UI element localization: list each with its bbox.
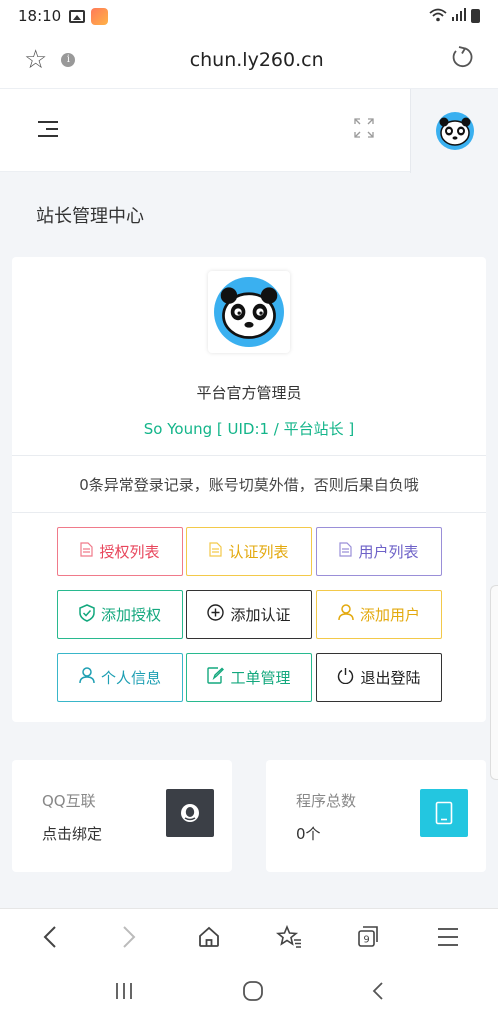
divider: [12, 455, 486, 456]
app-notification-icon: [91, 7, 109, 25]
ticket-mgmt-label: 工单管理: [230, 669, 291, 687]
add-user-label: 添加用户: [359, 606, 420, 624]
add-user-button[interactable]: 添加用户: [316, 590, 442, 639]
ticket-mgmt-button[interactable]: 工单管理: [186, 653, 312, 702]
home-circle-icon[interactable]: [242, 980, 264, 1008]
document-icon: [339, 542, 353, 561]
tabs-icon[interactable]: 9: [348, 917, 388, 957]
gallery-icon: [69, 9, 86, 23]
power-icon: [337, 667, 354, 688]
qq-connect-value[interactable]: 点击绑定: [42, 823, 102, 844]
status-bar: 18:10: [0, 0, 498, 32]
site-info-icon[interactable]: i: [61, 53, 76, 67]
system-back-icon[interactable]: [371, 981, 385, 1007]
shield-check-icon: [79, 603, 95, 626]
add-cert-label: 添加认证: [230, 606, 291, 624]
recent-apps-icon[interactable]: [113, 981, 135, 1007]
program-count-title: 程序总数: [296, 792, 357, 810]
cert-list-label: 认证列表: [228, 543, 289, 561]
forward-arrow-icon[interactable]: [109, 917, 149, 957]
cert-list-button[interactable]: 认证列表: [186, 527, 312, 576]
profile-role: 平台官方管理员: [196, 384, 302, 402]
program-count-value: 0个: [296, 825, 321, 843]
profile-uid: So Young [ UID:1 / 平台站长 ]: [143, 420, 355, 438]
back-arrow-icon[interactable]: [30, 917, 70, 957]
url-text[interactable]: chun.ly260.cn: [75, 49, 438, 71]
qq-connect-card[interactable]: QQ互联 点击绑定: [12, 760, 232, 872]
signal-icon: [451, 7, 467, 25]
app-header: [0, 88, 498, 173]
wifi-icon: [429, 8, 447, 25]
plus-circle-icon: [207, 604, 225, 625]
status-right-icons: [429, 7, 480, 25]
header-avatar[interactable]: [435, 112, 474, 150]
personal-info-button[interactable]: 个人信息: [57, 653, 183, 702]
menu-icon[interactable]: [428, 917, 468, 957]
battery-icon: [471, 9, 480, 23]
profile-avatar: [214, 277, 284, 347]
auth-list-label: 授权列表: [99, 543, 160, 561]
logout-label: 退出登陆: [360, 669, 421, 687]
svg-text:9: 9: [364, 934, 370, 945]
status-time: 18:10: [18, 7, 62, 25]
profile-avatar-frame: [208, 271, 290, 353]
add-auth-button[interactable]: 添加授权: [57, 590, 183, 639]
personal-info-label: 个人信息: [100, 669, 161, 687]
qq-connect-title: QQ互联: [42, 792, 96, 810]
add-auth-label: 添加授权: [100, 606, 161, 624]
login-notice: 0条异常登录记录，账号切莫外借，否则后果自负哦: [79, 476, 419, 494]
profile-card: 平台官方管理员 So Young [ UID:1 / 平台站长 ] 0条异常登录…: [12, 257, 486, 722]
tablet-icon: [420, 789, 468, 837]
logout-button[interactable]: 退出登陆: [316, 653, 442, 702]
fullscreen-icon[interactable]: [352, 116, 378, 142]
edit-document-icon: [207, 667, 225, 688]
browser-url-bar: ☆ i chun.ly260.cn: [0, 32, 498, 88]
bookmarks-icon[interactable]: [269, 917, 309, 957]
reload-icon[interactable]: [450, 45, 474, 76]
document-icon: [209, 542, 223, 561]
header-avatar-cell[interactable]: [410, 89, 498, 173]
divider: [12, 512, 486, 513]
program-count-card: 程序总数 0个: [266, 760, 486, 872]
menu-toggle-icon[interactable]: [38, 121, 58, 139]
document-icon: [80, 542, 94, 561]
auth-list-button[interactable]: 授权列表: [57, 527, 183, 576]
bookmark-star-icon[interactable]: ☆: [24, 45, 47, 75]
user-list-label: 用户列表: [358, 543, 419, 561]
system-nav-bar: [0, 964, 498, 1024]
user-icon: [338, 604, 354, 625]
user-icon: [79, 667, 95, 688]
browser-bottom-bar: 9: [0, 908, 498, 964]
status-notification-icons: [69, 7, 109, 25]
add-cert-button[interactable]: 添加认证: [186, 590, 312, 639]
page-title: 站长管理中心: [36, 206, 144, 227]
qq-icon: [166, 789, 214, 837]
user-list-button[interactable]: 用户列表: [316, 527, 442, 576]
home-icon[interactable]: [189, 917, 229, 957]
scroll-handle[interactable]: [490, 585, 498, 780]
